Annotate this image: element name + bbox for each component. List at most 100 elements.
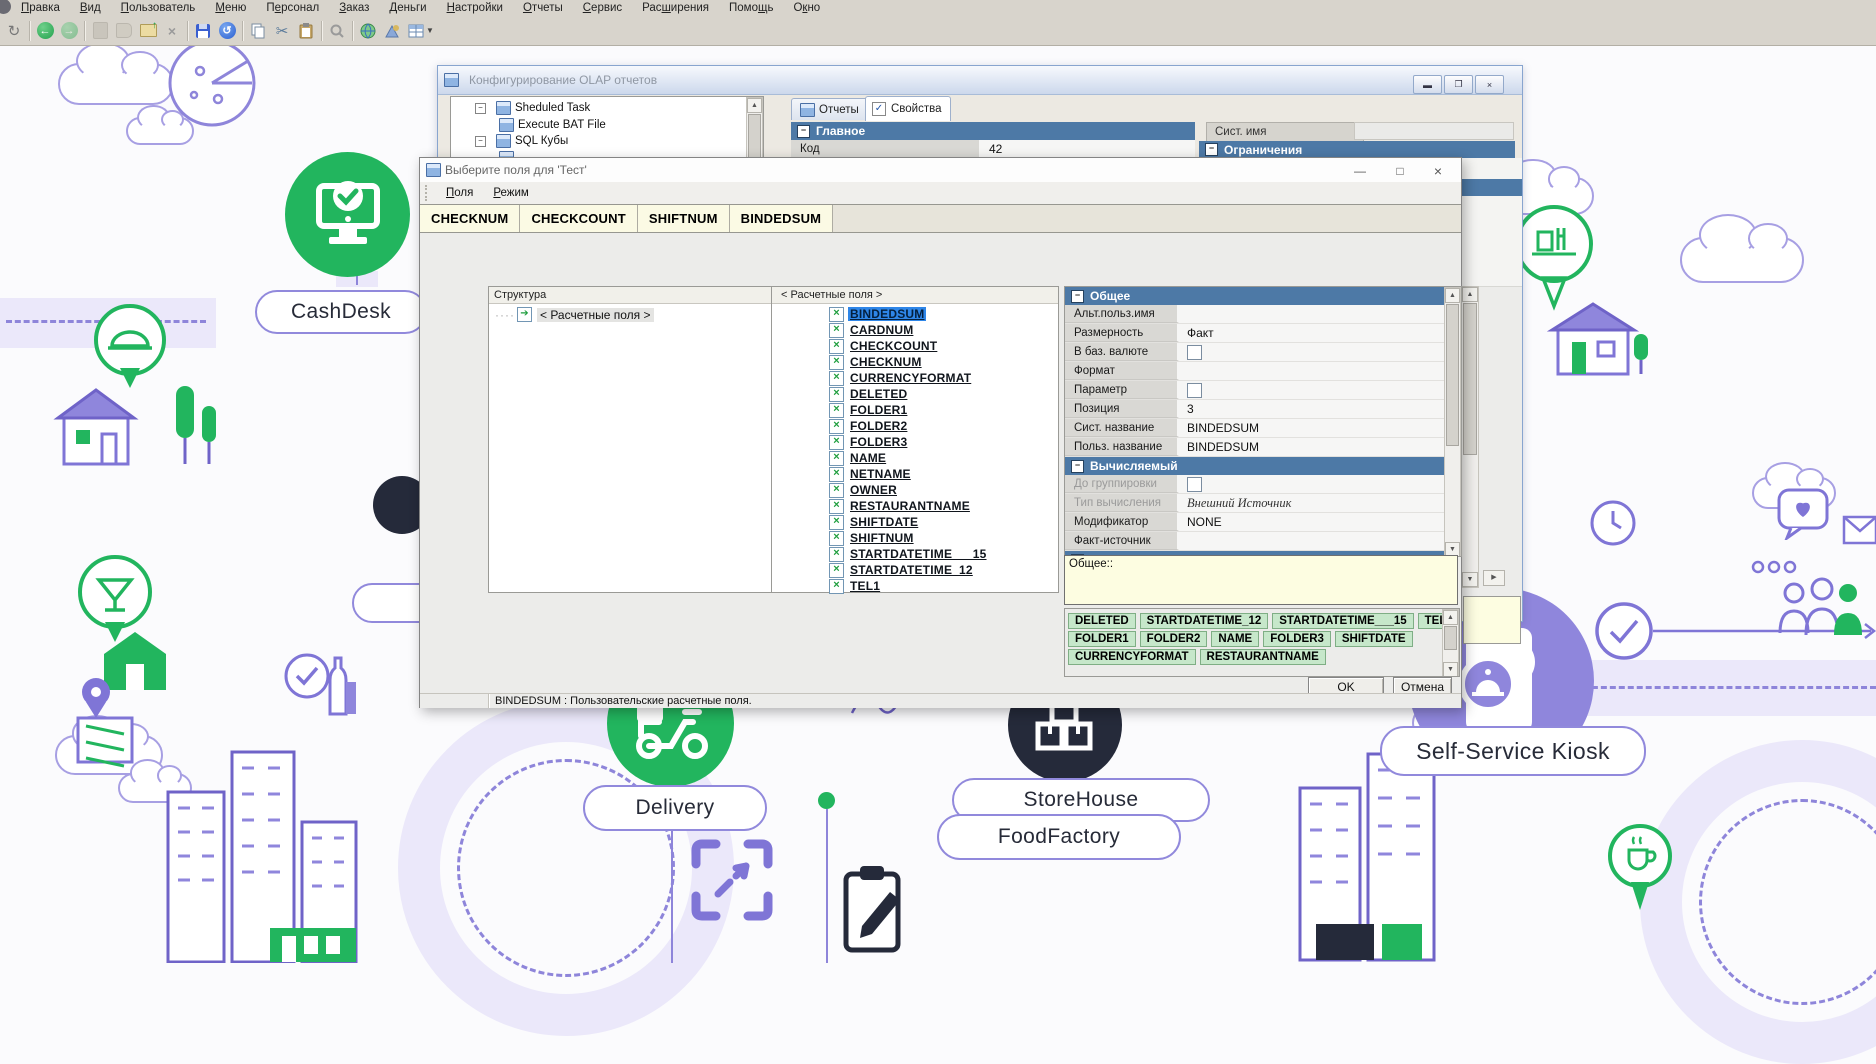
expand-icon[interactable]: −: [475, 103, 486, 114]
dialog-menu-режим[interactable]: Режим: [483, 187, 538, 199]
menu-item-персонал[interactable]: Персонал: [256, 2, 329, 14]
field-item[interactable]: ×STARTDATETIME___15: [772, 546, 1058, 562]
folder-up-icon[interactable]: ↑: [136, 19, 160, 43]
delete-icon[interactable]: ×: [160, 19, 184, 43]
field-name-link[interactable]: CHECKNUM: [848, 355, 924, 369]
field-chip[interactable]: CHECKNUM: [420, 205, 520, 232]
tags-scrollbar[interactable]: ▲ ▼: [1442, 609, 1459, 677]
field-name-link[interactable]: SHIFTNUM: [848, 531, 916, 545]
field-item[interactable]: × BINDEDSUM: [772, 306, 1058, 322]
field-checked-icon[interactable]: ×: [829, 339, 844, 354]
field-checked-icon[interactable]: ×: [829, 307, 844, 322]
field-name-link[interactable]: FOLDER3: [848, 435, 909, 449]
field-tag[interactable]: STARTDATETIME_12: [1140, 613, 1269, 629]
close-button[interactable]: ×: [1475, 75, 1504, 94]
property-section-header[interactable]: −Вычисляемый: [1065, 457, 1445, 475]
menu-item-отчеты[interactable]: Отчеты: [513, 2, 573, 14]
field-checked-icon[interactable]: ×: [829, 355, 844, 370]
section-glavnoe[interactable]: − Главное: [791, 122, 1195, 140]
filter-textbox[interactable]: Общее::: [1064, 555, 1458, 605]
field-name-link[interactable]: CHECKCOUNT: [848, 339, 939, 353]
field-tag[interactable]: STARTDATETIME___15: [1272, 613, 1413, 629]
expand-icon[interactable]: −: [475, 136, 486, 147]
checkbox[interactable]: [1187, 477, 1202, 492]
tree-item[interactable]: Execute BAT File: [493, 117, 606, 133]
property-value[interactable]: [1179, 381, 1202, 399]
tab-properties[interactable]: ✓ Свойства: [865, 96, 951, 121]
checkbox[interactable]: [1187, 345, 1202, 360]
field-name-link[interactable]: TEL1: [848, 579, 882, 593]
field-checked-icon[interactable]: ×: [829, 515, 844, 530]
field-checked-icon[interactable]: ×: [829, 499, 844, 514]
field-name-link[interactable]: CURRENCYFORMAT: [848, 371, 973, 385]
tab-reports[interactable]: Отчеты: [791, 98, 868, 120]
property-value[interactable]: 3: [1179, 400, 1194, 418]
field-name-link[interactable]: FOLDER2: [848, 419, 909, 433]
field-item[interactable]: × CURRENCYFORMAT: [772, 370, 1058, 386]
fields-header[interactable]: < Расчетные поля >: [772, 287, 1058, 304]
property-value[interactable]: Внешний Источник: [1179, 494, 1291, 512]
field-name-link[interactable]: FOLDER1: [848, 403, 909, 417]
property-value[interactable]: BINDEDSUM: [1179, 419, 1259, 437]
field-name-link[interactable]: STARTDATETIME___15: [848, 547, 989, 561]
field-tag[interactable]: CURRENCYFORMAT: [1068, 649, 1196, 665]
dialog-menu-поля[interactable]: Поля: [436, 187, 483, 199]
sys-name-header[interactable]: Сист. имя: [1206, 122, 1364, 142]
collapse-icon[interactable]: −: [1205, 143, 1218, 156]
field-checked-icon[interactable]: ×: [829, 419, 844, 434]
property-value[interactable]: [1179, 343, 1202, 361]
field-checked-icon[interactable]: ×: [829, 403, 844, 418]
field-tag[interactable]: NAME: [1211, 631, 1259, 647]
field-item[interactable]: × SHIFTDATE: [772, 514, 1058, 530]
field-tag[interactable]: RESTAURANTNAME: [1200, 649, 1326, 665]
properties-scrollbar[interactable]: ▲ ▼: [1444, 287, 1461, 557]
cut-icon[interactable]: ✂: [270, 19, 294, 43]
sync-icon[interactable]: ↻: [2, 19, 26, 43]
book-closed-icon[interactable]: [88, 19, 112, 43]
menu-item-помощь[interactable]: Помощь: [719, 2, 783, 14]
dropdown-caret-icon[interactable]: ▼: [426, 26, 434, 35]
field-item[interactable]: × SHIFTNUM: [772, 530, 1058, 546]
property-value[interactable]: Факт: [1179, 324, 1214, 342]
dialog-maximize-button[interactable]: □: [1385, 162, 1415, 179]
field-tag[interactable]: DELETED: [1068, 613, 1136, 629]
field-tag[interactable]: FOLDER2: [1140, 631, 1208, 647]
structure-tree-node[interactable]: ···· ➔ < Расчетные поля >: [495, 307, 654, 322]
menu-item-окно[interactable]: Окно: [783, 2, 830, 14]
nav-back-icon[interactable]: ←: [33, 19, 57, 43]
olap-titlebar[interactable]: Конфигурирование OLAP отчетов: [438, 66, 1522, 95]
checkbox[interactable]: [1187, 383, 1202, 398]
book-open-icon[interactable]: [112, 19, 136, 43]
field-item[interactable]: ×NAME: [772, 450, 1058, 466]
dialog-minimize-button[interactable]: —: [1345, 162, 1375, 179]
field-item[interactable]: ×RESTAURANTNAME: [772, 498, 1058, 514]
field-checked-icon[interactable]: ×: [829, 563, 844, 578]
field-item[interactable]: ×OWNER: [772, 482, 1058, 498]
hscroll-right-button[interactable]: ▶: [1483, 570, 1505, 586]
grid-view-icon[interactable]: [404, 19, 428, 43]
undo-icon[interactable]: ↺: [215, 19, 239, 43]
menu-item-настройки[interactable]: Настройки: [437, 2, 513, 14]
structure-header[interactable]: Структура: [489, 287, 772, 304]
field-chip[interactable]: SHIFTNUM: [638, 205, 730, 232]
field-name-link[interactable]: DELETED: [848, 387, 909, 401]
field-item[interactable]: × CHECKCOUNT: [772, 338, 1058, 354]
property-value[interactable]: [1179, 362, 1187, 380]
paste-icon[interactable]: [294, 19, 318, 43]
field-name-link[interactable]: STARTDATETIME_12: [848, 563, 975, 577]
field-item[interactable]: ×NETNAME: [772, 466, 1058, 482]
field-checked-icon[interactable]: ×: [829, 483, 844, 498]
field-name-link[interactable]: BINDEDSUM: [848, 307, 926, 321]
field-checked-icon[interactable]: ×: [829, 579, 844, 594]
field-name-link[interactable]: CARDNUM: [848, 323, 915, 337]
field-chip[interactable]: BINDEDSUM: [730, 205, 834, 232]
menu-item-меню[interactable]: Меню: [205, 2, 256, 14]
menu-item-правка[interactable]: Правка: [11, 2, 70, 14]
field-checked-icon[interactable]: ×: [829, 531, 844, 546]
field-name-link[interactable]: SHIFTDATE: [848, 515, 920, 529]
field-item[interactable]: ×CARDNUM: [772, 322, 1058, 338]
dialog-close-button[interactable]: ×: [1423, 162, 1453, 179]
menu-item-заказ[interactable]: Заказ: [329, 2, 379, 14]
field-checked-icon[interactable]: ×: [829, 371, 844, 386]
field-item[interactable]: ×FOLDER3: [772, 434, 1058, 450]
